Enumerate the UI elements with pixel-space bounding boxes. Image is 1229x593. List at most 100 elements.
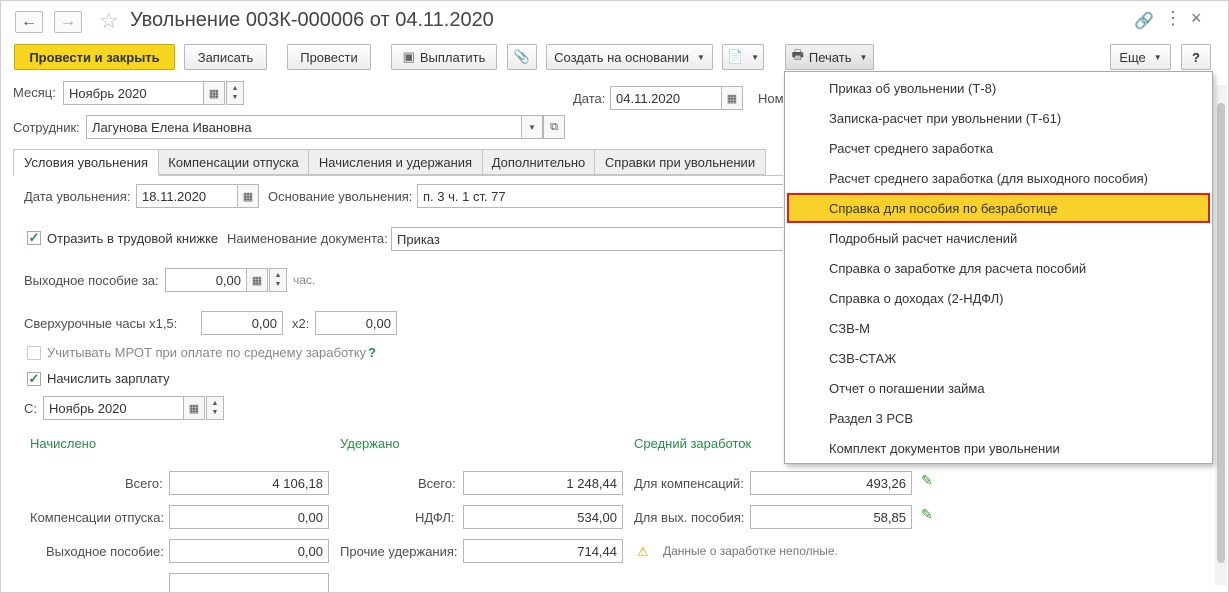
open-icon[interactable]: ⧉: [543, 115, 565, 139]
from-label: С:: [24, 401, 37, 416]
severance-label: Выходное пособие за:: [24, 273, 159, 288]
menu-item-earnings-certificate[interactable]: Справка о заработке для расчета пособий: [785, 253, 1212, 283]
tab-additional[interactable]: Дополнительно: [482, 149, 595, 175]
link-icon[interactable]: 🔗: [1134, 11, 1154, 31]
withheld-total-field: 1 248,44: [463, 471, 623, 495]
menu-item-dismissal-kit[interactable]: Комплект документов при увольнении: [785, 433, 1212, 463]
pay-icon: ▣: [402, 49, 415, 64]
severance-pay-label: Выходное пособие:: [46, 544, 164, 559]
calendar-icon[interactable]: ▦: [203, 81, 225, 105]
severance-field[interactable]: 0,00: [165, 268, 247, 292]
accrued-total-label: Всего:: [125, 476, 163, 491]
tab-vacation-compensation[interactable]: Компенсации отпуска: [158, 149, 309, 175]
calendar-icon[interactable]: ▦: [721, 86, 743, 110]
earnings-warning-text[interactable]: Данные о заработке неполные.: [663, 544, 838, 558]
basis-label: Основание увольнения:: [268, 189, 413, 204]
help-button[interactable]: ?: [1181, 44, 1211, 70]
vacation-comp-label: Компенсации отпуска:: [30, 510, 165, 525]
menu-item-unemployment-certificate[interactable]: Справка для пособия по безработице: [787, 193, 1210, 223]
mrot-checkbox[interactable]: [27, 346, 41, 360]
print-button[interactable]: 🖶 Печать ▼: [785, 44, 874, 70]
print-menu: Приказ об увольнении (Т-8) Записка-расче…: [784, 71, 1213, 464]
help-icon[interactable]: ?: [368, 345, 376, 360]
menu-item-order-t8[interactable]: Приказ об увольнении (Т-8): [785, 73, 1212, 103]
menu-item-szv-stazh[interactable]: СЗВ-СТАЖ: [785, 343, 1212, 373]
avg-severance-label: Для вых. пособия:: [634, 510, 745, 525]
calendar-icon[interactable]: ▦: [237, 184, 259, 208]
date-field[interactable]: 04.11.2020: [610, 86, 722, 110]
vacation-comp-field: 0,00: [169, 505, 329, 529]
forward-button[interactable]: →: [54, 11, 82, 33]
workbook-checkbox[interactable]: ✓: [27, 231, 41, 245]
withheld-heading: Удержано: [340, 436, 400, 451]
star-icon[interactable]: ☆: [99, 8, 119, 34]
paperclip-icon: 📎: [513, 49, 531, 64]
tab-dismissal-conditions[interactable]: Условия увольнения: [13, 149, 159, 176]
overtime-field-2[interactable]: 0,00: [315, 311, 397, 335]
mrot-label: Учитывать МРОТ при оплате по среднему за…: [47, 345, 367, 360]
scrollbar[interactable]: [1215, 85, 1227, 585]
page-title: Увольнение 003К-000006 от 04.11.2020: [130, 9, 494, 31]
other-deductions-label: Прочие удержания:: [340, 544, 458, 559]
dismissal-date-field[interactable]: 18.11.2020: [136, 184, 238, 208]
edit-pencil-icon[interactable]: ✎: [921, 472, 933, 489]
month-field[interactable]: Ноябрь 2020: [63, 81, 204, 105]
severance-pay-field: 0,00: [169, 539, 329, 563]
scrollbar-thumb[interactable]: [1217, 103, 1225, 563]
month-label: Месяц:: [13, 85, 56, 100]
arrow-left-icon: ←: [21, 13, 37, 30]
chevron-down-icon: ▼: [859, 52, 868, 62]
document-icon: 📄: [726, 49, 744, 64]
avg-severance-field: 58,85: [750, 505, 912, 529]
post-and-close-button[interactable]: Провести и закрыть: [14, 44, 175, 70]
avg-comp-field: 493,26: [750, 471, 912, 495]
save-button[interactable]: Записать: [184, 44, 267, 70]
employee-field[interactable]: Лагунова Елена Ивановна: [86, 115, 522, 139]
menu-item-memo-t61[interactable]: Записка-расчет при увольнении (Т-61): [785, 103, 1212, 133]
chevron-down-icon: ▼: [696, 52, 705, 62]
post-button[interactable]: Провести: [287, 44, 371, 70]
month-stepper[interactable]: ▲ ▼: [226, 81, 244, 105]
pay-button[interactable]: ▣ Выплатить: [391, 44, 497, 70]
partial-field: [169, 573, 329, 592]
number-label: Ном: [758, 91, 784, 106]
menu-item-average-earnings-severance[interactable]: Расчет среднего заработка (для выходного…: [785, 163, 1212, 193]
employee-label: Сотрудник:: [13, 120, 80, 135]
close-icon[interactable]: ×: [1191, 8, 1202, 29]
calculator-icon[interactable]: ▦: [246, 268, 268, 292]
calendar-icon[interactable]: ▦: [183, 396, 205, 420]
basis-field[interactable]: п. 3 ч. 1 ст. 77: [417, 184, 783, 208]
withheld-total-label: Всего:: [418, 476, 456, 491]
menu-item-average-earnings[interactable]: Расчет среднего заработка: [785, 133, 1212, 163]
print-label: Печать: [808, 49, 852, 65]
from-month-field[interactable]: Ноябрь 2020: [43, 396, 184, 420]
accrued-heading: Начислено: [30, 436, 97, 451]
severance-stepper[interactable]: ▲ ▼: [269, 268, 287, 292]
accrue-salary-checkbox[interactable]: ✓: [27, 372, 41, 386]
dropdown-icon[interactable]: ▼: [521, 115, 543, 139]
menu-item-loan-report[interactable]: Отчет о погашении займа: [785, 373, 1212, 403]
menu-item-szv-m[interactable]: СЗВ-М: [785, 313, 1212, 343]
more-menu-icon[interactable]: ⋮: [1164, 8, 1182, 29]
related-docs-button[interactable]: 📄 ▼: [722, 44, 764, 70]
tab-accruals-deductions[interactable]: Начисления и удержания: [308, 149, 483, 175]
avg-comp-label: Для компенсаций:: [634, 476, 744, 491]
printer-icon: 🖶: [791, 47, 804, 62]
ndfl-label: НДФЛ:: [415, 510, 455, 525]
menu-item-2ndfl[interactable]: Справка о доходах (2-НДФЛ): [785, 283, 1212, 313]
back-button[interactable]: ←: [15, 11, 43, 33]
attach-button[interactable]: 📎: [507, 44, 537, 70]
menu-item-detailed-accruals[interactable]: Подробный расчет начислений: [785, 223, 1212, 253]
more-button[interactable]: Еще ▼: [1110, 44, 1171, 70]
docname-field[interactable]: Приказ: [391, 227, 783, 251]
edit-pencil-icon[interactable]: ✎: [921, 506, 933, 523]
overtime-field-1-5[interactable]: 0,00: [201, 311, 283, 335]
chevron-down-icon: ▼: [751, 52, 760, 62]
docname-label: Наименование документа:: [227, 231, 388, 246]
workbook-label: Отразить в трудовой книжке: [47, 231, 219, 246]
menu-item-rsv-section3[interactable]: Раздел 3 РСВ: [785, 403, 1212, 433]
from-month-stepper[interactable]: ▲ ▼: [206, 396, 224, 420]
pay-label: Выплатить: [419, 49, 486, 65]
tab-dismissal-certificates[interactable]: Справки при увольнении: [594, 149, 766, 175]
create-based-on-button[interactable]: Создать на основании ▼: [546, 44, 713, 70]
